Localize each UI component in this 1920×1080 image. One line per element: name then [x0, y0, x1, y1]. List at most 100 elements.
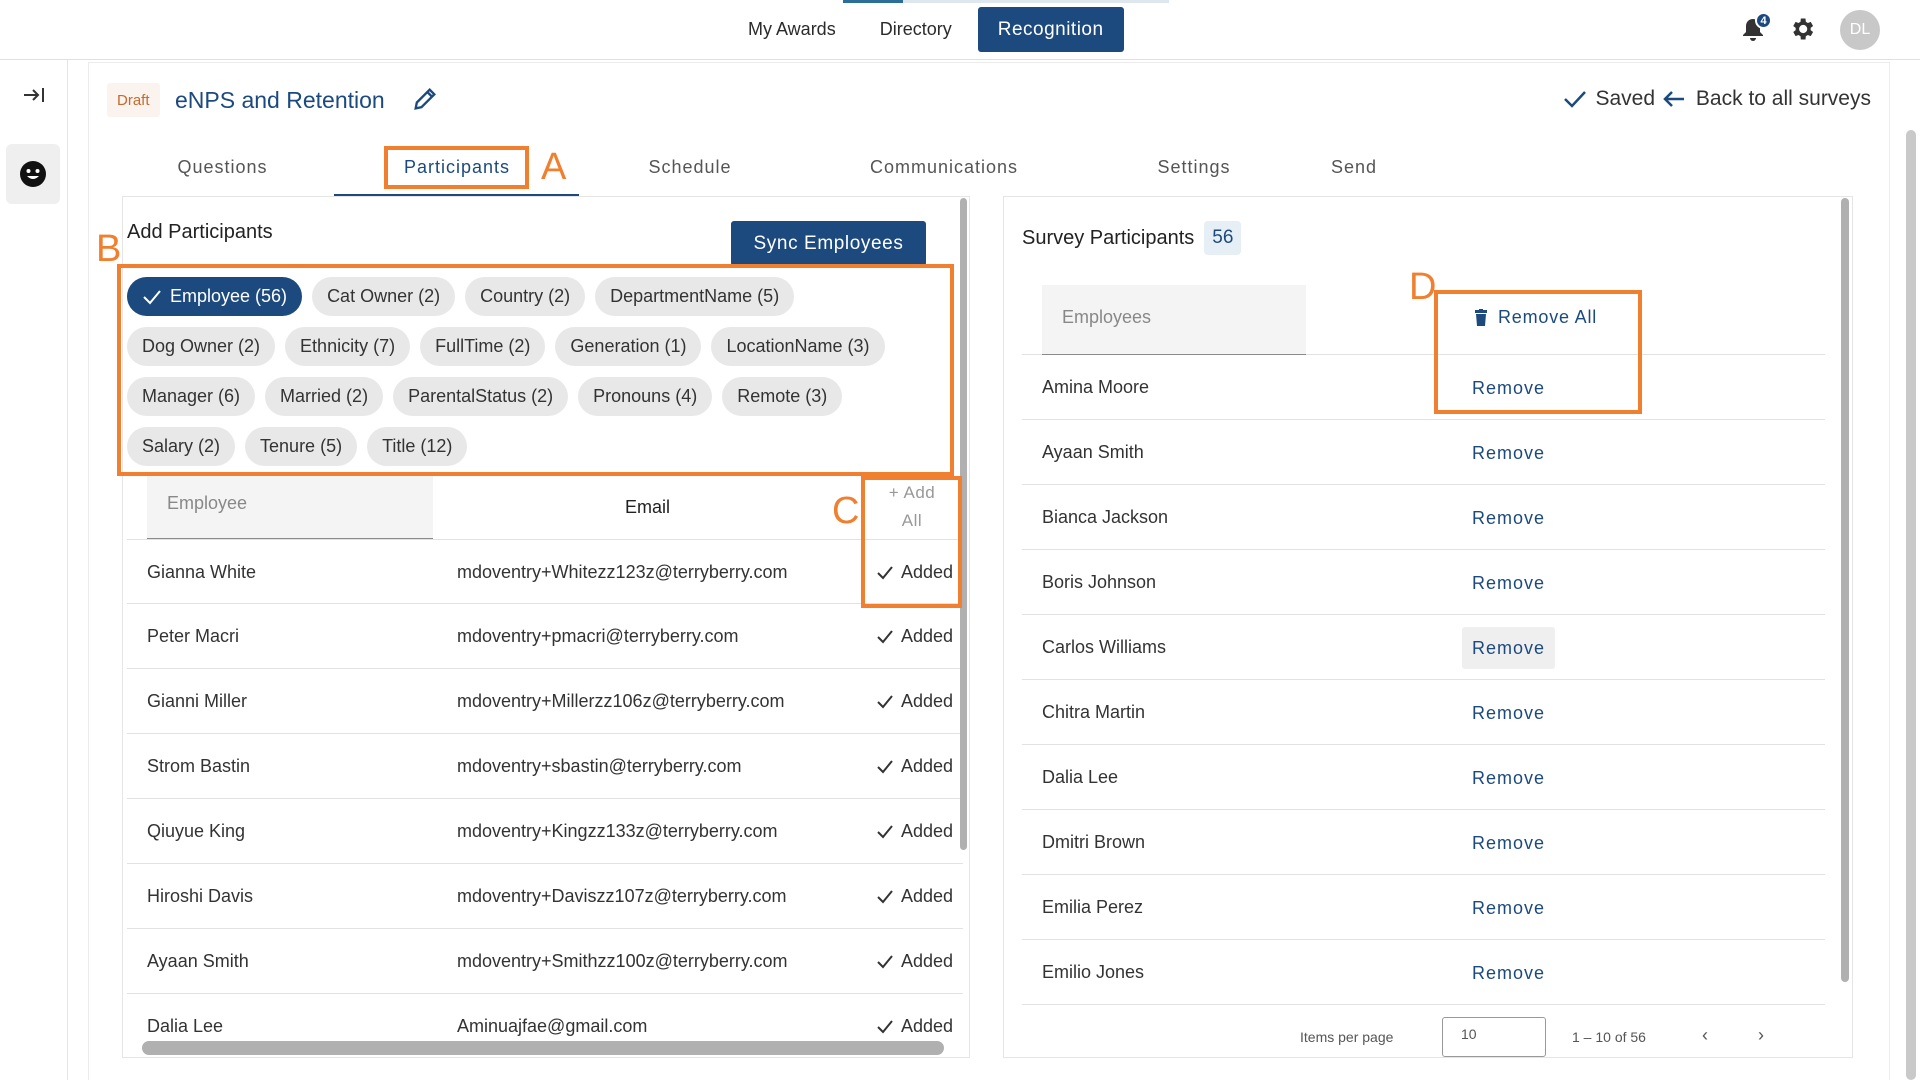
remove-participant-button[interactable]: Remove	[1462, 952, 1555, 994]
remove-participant-button[interactable]: Remove	[1462, 757, 1555, 799]
sync-employees-button[interactable]: Sync Employees	[731, 221, 926, 266]
employee-name: Hiroshi Davis	[147, 886, 254, 906]
tab-schedule[interactable]: Schedule	[620, 145, 760, 189]
table-row: Gianni Miller mdoventry+Millerzz106z@terr…	[127, 669, 963, 734]
arrow-left-icon	[1663, 91, 1684, 107]
employee-email: mdoventry+Kingzz133z@terryberry.com	[457, 821, 778, 841]
employee-email: Aminuajfae@gmail.com	[457, 1016, 648, 1036]
participant-name: Bianca Jackson	[1042, 507, 1169, 527]
table-row: Emilio Jones Remove	[1022, 940, 1825, 1005]
added-status[interactable]: Added	[877, 821, 953, 842]
table-row: Gianna White mdoventry+Whitezz123z@terryb…	[127, 539, 963, 604]
tab-questions[interactable]: Questions	[150, 145, 295, 189]
participant-name: Emilia Perez	[1042, 897, 1144, 917]
employee-name: Strom Bastin	[147, 756, 251, 776]
added-status[interactable]: Added	[877, 1016, 953, 1037]
added-label: Added	[901, 951, 954, 971]
added-status[interactable]: Added	[877, 756, 953, 777]
check-icon	[877, 889, 893, 903]
survey-tabs	[0, 0, 1920, 44]
page-title: eNPS and Retention	[175, 87, 385, 113]
employee-filter-input[interactable]: Employee	[147, 475, 433, 539]
check-icon	[877, 759, 893, 773]
tab-settings[interactable]: Settings	[1130, 145, 1258, 189]
added-label: Added	[901, 1016, 954, 1036]
saved-label: Saved	[1595, 87, 1655, 110]
survey-participant-rows: Amina Moore Remove Ayaan Smith Remove Bianca…	[1022, 355, 1825, 1005]
check-icon	[877, 694, 893, 708]
page-range: 1 – 10 of 56	[1572, 1029, 1646, 1045]
mini-sidebar	[0, 60, 68, 1080]
check-icon	[877, 629, 893, 643]
page-scrollbar[interactable]	[1906, 130, 1916, 1080]
remove-participant-button[interactable]: Remove	[1462, 887, 1555, 929]
remove-participant-button[interactable]: Remove	[1462, 692, 1555, 734]
employee-name: Dalia Lee	[147, 1016, 224, 1036]
employee-email: mdoventry+sbastin@terryberry.com	[457, 756, 742, 776]
employee-email: mdoventry+Smithzz100z@terryberry.com	[457, 951, 788, 971]
survey-participants-panel: Survey Participants 56 Employees Remove …	[1003, 196, 1853, 1058]
remove-participant-button[interactable]: Remove	[1462, 497, 1555, 539]
remove-participant-button[interactable]: Remove	[1462, 432, 1555, 474]
added-status[interactable]: Added	[877, 886, 953, 907]
participant-name: Chitra Martin	[1042, 702, 1146, 722]
employee-name: Gianna White	[147, 562, 257, 582]
items-per-page-select[interactable]: 10	[1442, 1017, 1546, 1057]
check-icon	[877, 824, 893, 838]
check-icon	[877, 954, 893, 968]
added-label: Added	[901, 886, 954, 906]
table-row: Bianca Jackson Remove	[1022, 485, 1825, 550]
added-status[interactable]: Added	[877, 951, 953, 972]
table-row: Peter Macri mdoventry+pmacri@terryberry.c…	[127, 604, 963, 669]
added-status[interactable]: Added	[877, 626, 953, 647]
survey-participants-label: Survey Participants	[1022, 226, 1195, 249]
tab-communications[interactable]: Communications	[852, 145, 1036, 189]
edit-title-button[interactable]	[411, 85, 439, 118]
annotation-box-a	[384, 146, 529, 189]
table-row: Dmitri Brown Remove	[1022, 810, 1825, 875]
employee-name: Peter Macri	[147, 626, 240, 646]
add-participants-horizontal-scrollbar[interactable]	[142, 1041, 944, 1055]
annotation-letter-b: B	[96, 228, 122, 270]
table-row: Ayaan Smith mdoventry+Smithzz100z@terrybe…	[127, 929, 963, 994]
table-row: Amina Moore Remove	[1022, 355, 1825, 420]
tab-send[interactable]: Send	[1310, 145, 1398, 189]
previous-page-button[interactable]: ‹	[1702, 1025, 1708, 1046]
saved-indicator: Saved	[1563, 87, 1655, 111]
table-row: Boris Johnson Remove	[1022, 550, 1825, 615]
items-per-page-label: Items per page	[1300, 1029, 1394, 1045]
added-label: Added	[901, 626, 954, 646]
participant-name: Amina Moore	[1042, 377, 1150, 397]
expand-sidebar-button[interactable]	[22, 84, 46, 112]
smiley-icon	[20, 161, 46, 187]
employees-filter-input[interactable]: Employees	[1042, 285, 1306, 355]
next-page-button[interactable]: ›	[1758, 1025, 1764, 1046]
paginator: Items per page 10 1 – 10 of 56 ‹ ›	[1022, 1015, 1825, 1057]
participant-count-badge: 56	[1204, 221, 1242, 255]
back-to-surveys-link[interactable]: Back to all surveys	[1662, 87, 1871, 111]
participant-name: Dmitri Brown	[1042, 832, 1146, 852]
add-participants-title: Add Participants	[127, 221, 273, 243]
remove-participant-button[interactable]: Remove	[1462, 627, 1556, 669]
annotation-box-d	[1434, 290, 1642, 414]
added-label: Added	[901, 756, 954, 776]
employee-rows: Gianna White mdoventry+Whitezz123z@terryb…	[127, 539, 963, 1057]
employee-name: Qiuyue King	[147, 821, 246, 841]
added-label: Added	[901, 821, 954, 841]
pencil-icon	[414, 88, 436, 110]
table-row: Hiroshi Davis mdoventry+Daviszz107z@terry…	[127, 864, 963, 929]
remove-participant-button[interactable]: Remove	[1462, 562, 1555, 604]
remove-participant-button[interactable]: Remove	[1462, 822, 1555, 864]
added-status[interactable]: Added	[877, 691, 953, 712]
table-row: Ayaan Smith Remove	[1022, 420, 1825, 485]
participant-name: Boris Johnson	[1042, 572, 1157, 592]
employee-name: Gianni Miller	[147, 691, 248, 711]
back-label: Back to all surveys	[1695, 87, 1871, 110]
employee-email: mdoventry+Daviszz107z@terryberry.com	[457, 886, 787, 906]
participant-name: Emilio Jones	[1042, 962, 1145, 982]
survey-participants-scrollbar[interactable]	[1838, 196, 1852, 986]
employee-email: mdoventry+Millerzz106z@terryberry.com	[457, 691, 785, 711]
table-row: Emilia Perez Remove	[1022, 875, 1825, 940]
surveys-nav-button[interactable]	[6, 144, 60, 204]
employee-name: Ayaan Smith	[147, 951, 249, 971]
